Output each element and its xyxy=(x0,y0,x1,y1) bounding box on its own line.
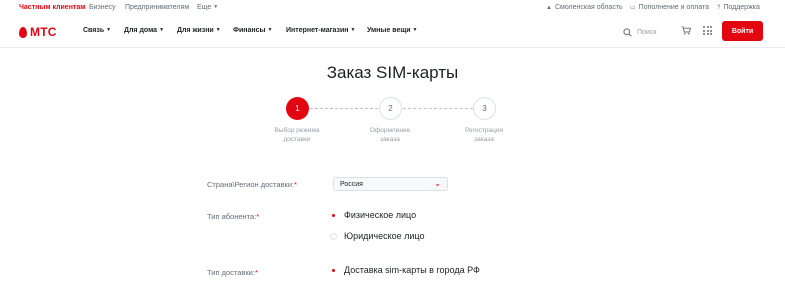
menu-item-home[interactable]: Для дома ▼ xyxy=(124,27,164,34)
tab-private-clients[interactable]: Частным клиентам xyxy=(19,4,85,11)
card-icon: ▭ xyxy=(630,5,636,11)
subscriber-type-label-text: Тип абонента: xyxy=(207,212,257,221)
payment-label: Пополнение и оплата xyxy=(638,4,709,11)
help-icon: ? xyxy=(717,5,721,11)
chevron-down-icon: ▼ xyxy=(412,27,418,33)
region-selector[interactable]: ▲ Смоленская область xyxy=(546,4,623,11)
step-1-circle: 1 xyxy=(286,97,309,120)
chevron-down-icon: ▼ xyxy=(267,27,273,33)
search-button[interactable]: Поиск xyxy=(623,25,656,39)
tab-business[interactable]: Бизнесу xyxy=(89,4,115,11)
delivery-type-label: Тип доставки:* xyxy=(207,268,258,277)
required-marker: * xyxy=(254,268,258,277)
logo[interactable]: МТС xyxy=(19,25,57,39)
radio-selected-icon xyxy=(330,266,337,274)
menu-item-svyaz[interactable]: Связь ▼ xyxy=(83,27,111,34)
support-link[interactable]: ? Поддержка xyxy=(717,4,760,11)
menu-item-label: Умные вещи xyxy=(367,27,411,34)
radio-selected-icon xyxy=(330,211,337,219)
step-connector xyxy=(310,108,378,109)
menu-item-label: Финансы xyxy=(233,27,266,34)
chevron-down-icon: ⌄ xyxy=(434,179,441,188)
support-label: Поддержка xyxy=(723,4,760,11)
step-2-label-line1: Оформление xyxy=(369,127,411,134)
radio-legal-entity[interactable]: Юридическое лицо xyxy=(330,231,425,241)
apps-grid-icon[interactable] xyxy=(703,26,712,35)
country-select[interactable]: Россия ⌄ xyxy=(333,177,448,191)
step-2-circle: 2 xyxy=(379,97,402,120)
country-select-value: Россия xyxy=(340,180,363,188)
step-1-label: Выбор режима доставки xyxy=(257,126,337,144)
menu-item-life[interactable]: Для жизни ▼ xyxy=(177,27,221,34)
subscriber-type-label: Тип абонента:* xyxy=(207,212,259,221)
region-label: Смоленская область xyxy=(554,4,623,11)
search-icon xyxy=(623,27,632,37)
step-2-label-line2: заказа xyxy=(380,136,400,143)
menu-item-label: Связь xyxy=(83,27,105,34)
tab-more[interactable]: Еще ▼ xyxy=(197,4,218,11)
menu-item-smart-things[interactable]: Умные вещи ▼ xyxy=(367,27,418,34)
radio-individual[interactable]: Физическое лицо xyxy=(330,210,416,220)
main-nav: МТС Связь ▼ Для дома ▼ Для жизни ▼ Финансы ▼… xyxy=(0,16,785,48)
tab-more-label: Еще xyxy=(197,4,212,11)
top-utility-bar: Частным клиентам Бизнесу Предпринимателя… xyxy=(0,0,785,16)
required-marker: * xyxy=(256,212,260,221)
menu-item-finance[interactable]: Финансы ▼ xyxy=(233,27,272,34)
step-1-label-line1: Выбор режима xyxy=(274,127,320,134)
payment-link[interactable]: ▭ Пополнение и оплата xyxy=(630,4,709,11)
radio-delivery-rf-label: Доставка sim-карты в города РФ xyxy=(344,265,480,275)
menu-item-shop[interactable]: Интернет-магазин ▼ xyxy=(286,27,355,34)
radio-delivery-rf[interactable]: Доставка sim-карты в города РФ xyxy=(330,265,480,275)
step-1-label-line2: доставки xyxy=(283,136,311,143)
country-field-label: Страна\Регион доставки:* xyxy=(207,180,297,189)
tab-entrepreneurs[interactable]: Предпринимателям xyxy=(125,4,189,11)
step-3-label: Регистрация заказа xyxy=(444,126,524,144)
order-stepper: 1 2 3 Выбор режима доставки Оформление з… xyxy=(0,96,785,146)
menu-item-label: Интернет-магазин xyxy=(286,27,349,34)
page-title: Заказ SIM-карты xyxy=(326,63,459,82)
step-3-label-line1: Регистрация xyxy=(465,127,503,134)
logo-text: МТС xyxy=(30,25,57,39)
search-label: Поиск xyxy=(637,28,657,36)
step-2-label: Оформление заказа xyxy=(350,126,430,144)
location-icon: ▲ xyxy=(546,5,552,11)
cart-icon[interactable] xyxy=(681,26,691,35)
logo-egg-icon xyxy=(19,26,27,38)
chevron-down-icon: ▼ xyxy=(159,27,165,33)
menu-item-label: Для дома xyxy=(124,27,158,34)
menu-item-label: Для жизни xyxy=(177,27,214,34)
login-button[interactable]: Войти xyxy=(722,21,763,41)
step-connector xyxy=(403,108,473,109)
step-3-circle: 3 xyxy=(473,97,496,120)
radio-unselected-icon xyxy=(330,232,337,240)
required-marker: * xyxy=(294,180,298,189)
chevron-down-icon: ▼ xyxy=(106,27,112,33)
country-label-text: Страна\Регион доставки: xyxy=(207,180,295,189)
step-3-label-line2: заказа xyxy=(474,136,494,143)
radio-legal-entity-label: Юридическое лицо xyxy=(344,231,425,241)
chevron-down-icon: ▼ xyxy=(350,27,356,33)
chevron-down-icon: ▼ xyxy=(213,4,219,10)
chevron-down-icon: ▼ xyxy=(215,27,221,33)
radio-individual-label: Физическое лицо xyxy=(344,210,417,220)
delivery-type-label-text: Тип доставки: xyxy=(207,268,255,277)
